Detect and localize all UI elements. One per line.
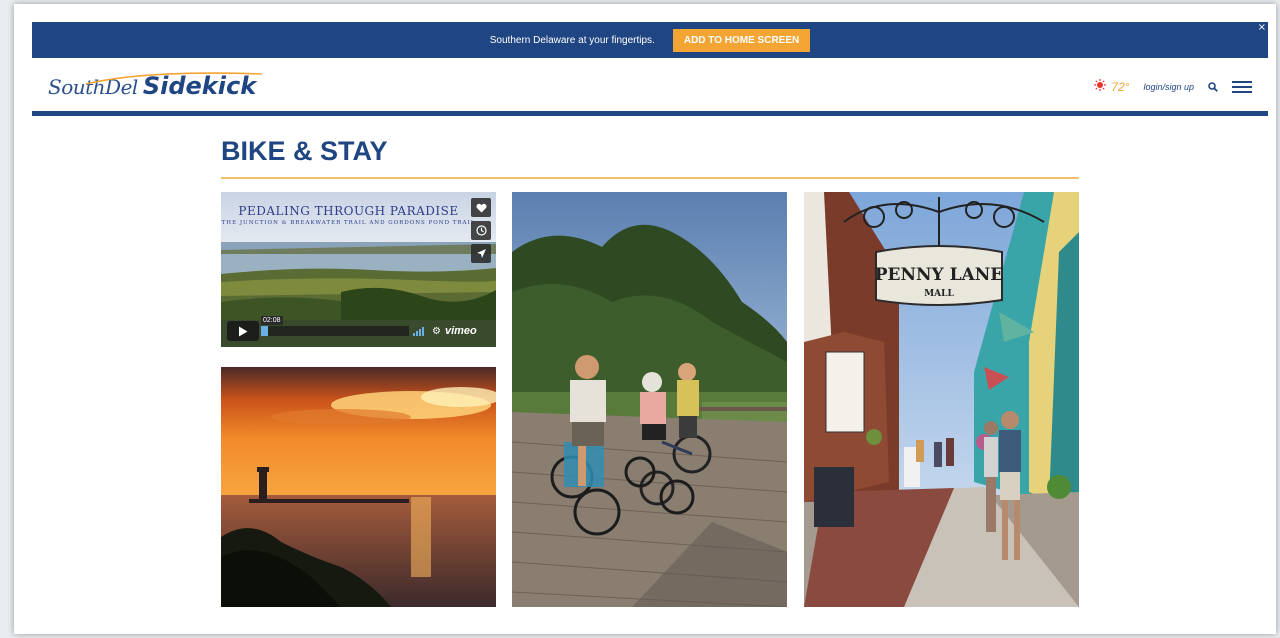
login-signup-link[interactable]: login/sign up (1143, 82, 1194, 92)
sun-icon (1094, 78, 1107, 96)
video-subtitle-overlay: THE JUNCTION & BREAKWATER TRAIL AND GORD… (221, 220, 476, 226)
street-image: PENNY LANE MALL (804, 192, 1079, 607)
promo-banner: Southern Delaware at your fingertips. AD… (32, 22, 1268, 58)
video-progress-fill (261, 326, 269, 336)
volume-icon[interactable] (413, 326, 427, 336)
search-icon[interactable] (1208, 82, 1218, 92)
header-utilities: 72° login/sign up (1094, 78, 1252, 96)
bikers-image (512, 192, 787, 607)
heart-icon[interactable] (471, 198, 491, 217)
page-title: BIKE & STAY (221, 136, 388, 166)
penny-lane-mall-photo[interactable]: PENNY LANE MALL (804, 192, 1079, 607)
site-header: SouthDel Sidekick 72° login/sign up (32, 58, 1268, 116)
clock-icon[interactable] (471, 221, 491, 240)
site-logo[interactable]: SouthDel Sidekick (48, 72, 263, 106)
share-icon[interactable] (471, 244, 491, 263)
vimeo-logo[interactable]: vimeo (445, 325, 477, 337)
video-controls: 02:08 ⚙ vimeo (227, 316, 493, 341)
sunset-lighthouse-photo[interactable] (221, 367, 496, 607)
video-title-overlay: PEDALING THROUGH PARADISE (238, 204, 459, 218)
weather-widget[interactable]: 72° (1094, 78, 1129, 96)
video-player[interactable]: PEDALING THROUGH PARADISE THE JUNCTION &… (221, 192, 496, 347)
penny-lane-sign-text: PENNY LANE (875, 265, 1004, 285)
play-icon[interactable] (227, 321, 259, 341)
promo-close-button[interactable]: × (1258, 22, 1266, 33)
temperature-text: 72° (1111, 80, 1130, 94)
video-timecode: 02:08 (261, 316, 283, 325)
penny-lane-sign-subtext: MALL (924, 289, 954, 299)
video-progress-bar[interactable]: 02:08 (261, 316, 409, 336)
sunset-image (221, 367, 496, 607)
logo-swoosh (85, 72, 263, 85)
browser-viewport: Southern Delaware at your fingertips. AD… (14, 4, 1276, 634)
gear-icon[interactable]: ⚙ (432, 326, 441, 337)
promo-text: Southern Delaware at your fingertips. (489, 34, 655, 46)
hamburger-menu-icon[interactable] (1232, 80, 1252, 94)
title-divider (221, 177, 1079, 179)
family-biking-photo[interactable] (512, 192, 787, 607)
add-to-home-screen-button[interactable]: ADD TO HOME SCREEN (672, 28, 811, 52)
